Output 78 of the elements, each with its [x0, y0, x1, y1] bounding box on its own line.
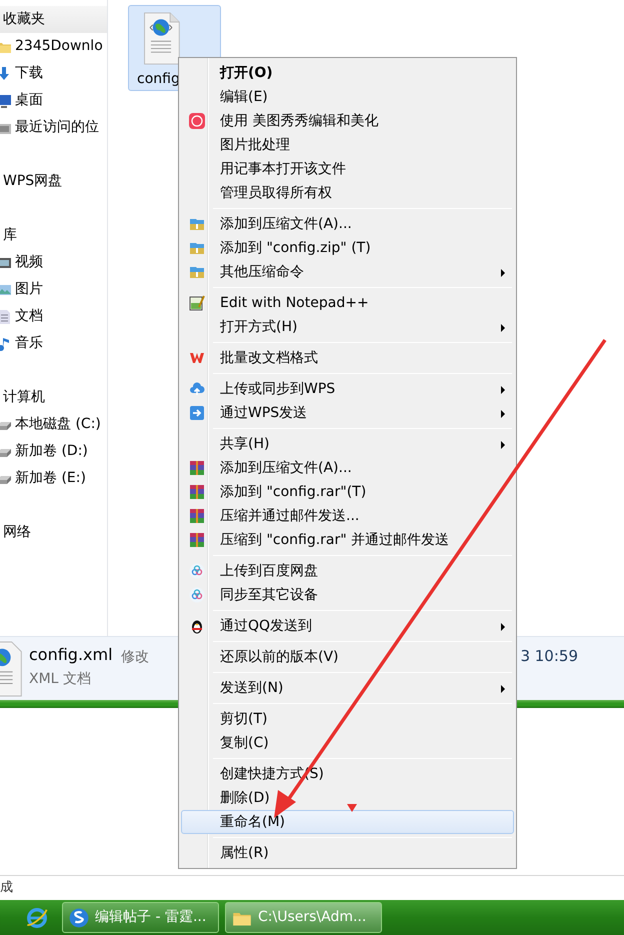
sidebar-item[interactable]: 下载	[15, 63, 43, 84]
menu-item[interactable]: 重命名(M)	[181, 810, 514, 834]
menu-item[interactable]: 图片批处理	[181, 133, 514, 157]
file-name: config.xml	[29, 644, 114, 666]
sidebar-item[interactable]: 2345Downlo	[15, 36, 103, 57]
cloud-upload-icon	[189, 381, 205, 397]
menu-item[interactable]: 上传到百度网盘	[181, 559, 514, 583]
sidebar-item[interactable]: 视频	[15, 252, 43, 273]
menu-item[interactable]: 还原以前的版本(V)	[181, 645, 514, 669]
submenu-arrow-icon	[501, 441, 505, 449]
sidebar-header[interactable]: WPS网盘	[0, 168, 107, 195]
menu-item[interactable]: 通过WPS发送	[181, 401, 514, 425]
submenu-arrow-icon	[501, 410, 505, 418]
sidebar-header[interactable]: 网络	[0, 519, 107, 546]
submenu-arrow-icon	[501, 386, 505, 394]
menu-item[interactable]: 通过QQ发送到	[181, 614, 514, 638]
menu-item[interactable]: 批量改文档格式	[181, 346, 514, 370]
sidebar-item[interactable]: 文档	[15, 306, 43, 327]
sidebar-item[interactable]: 最近访问的位	[15, 117, 99, 138]
music-icon	[0, 336, 12, 352]
menu-item[interactable]: 添加到 "config.zip" (T)	[181, 236, 514, 260]
archive-icon	[189, 484, 205, 500]
submenu-arrow-icon	[501, 269, 505, 277]
menu-item[interactable]: 打开方式(H)	[181, 315, 514, 339]
menu-item[interactable]: 上传或同步到WPS	[181, 377, 514, 401]
menu-item[interactable]: 剪切(T)	[181, 707, 514, 731]
file-name: config	[137, 70, 180, 89]
menu-item[interactable]: 添加到压缩文件(A)...	[181, 212, 514, 236]
menu-item[interactable]: 删除(D)	[181, 786, 514, 810]
penguin-icon	[189, 618, 205, 634]
submenu-arrow-icon	[501, 324, 505, 332]
menu-item[interactable]: Edit with Notepad++	[181, 291, 514, 315]
menu-item[interactable]: 用记事本打开该文件	[181, 157, 514, 181]
menu-item[interactable]: 发送到(N)	[181, 676, 514, 700]
menu-item[interactable]: 使用 美图秀秀编辑和美化	[181, 109, 514, 133]
modified-date: 3 10:59	[520, 646, 578, 667]
send-icon	[189, 405, 205, 421]
menu-item[interactable]: 管理员取得所有权	[181, 181, 514, 205]
menu-item[interactable]: 同步至其它设备	[181, 583, 514, 607]
archive-icon	[189, 508, 205, 524]
sidebar-item[interactable]: 图片	[15, 279, 43, 300]
download-icon	[0, 66, 12, 82]
menu-item[interactable]: 添加到压缩文件(A)...	[181, 456, 514, 480]
menu-item[interactable]: 属性(R)	[181, 841, 514, 865]
archive-icon	[189, 460, 205, 476]
sidebar-header[interactable]: 收藏夹	[0, 6, 107, 33]
detail-label: 修改	[121, 648, 149, 667]
sidebar-item[interactable]: 新加卷 (D:)	[15, 441, 88, 462]
archive-icon	[189, 240, 205, 256]
notepad-icon	[189, 295, 205, 311]
sidebar-header[interactable]: 计算机	[0, 384, 107, 411]
wps-icon	[189, 350, 205, 366]
archive-icon	[189, 216, 205, 232]
sidebar-item[interactable]: 新加卷 (E:)	[15, 468, 86, 489]
status-text: 成	[0, 880, 13, 895]
taskbar-button[interactable]: 编辑帖子 - 雷霆...	[62, 902, 219, 933]
browser-icon[interactable]	[26, 906, 48, 928]
menu-item[interactable]: 压缩到 "config.rar" 并通过邮件发送	[181, 528, 514, 552]
file-type: XML 文档	[29, 670, 92, 689]
submenu-arrow-icon	[501, 623, 505, 631]
sidebar-header[interactable]: 库	[0, 222, 107, 249]
cloud-icon	[189, 563, 205, 579]
menu-item[interactable]: 压缩并通过邮件发送...	[181, 504, 514, 528]
sidebar-item[interactable]: 本地磁盘 (C:)	[15, 414, 101, 435]
menu-item[interactable]: 复制(C)	[181, 731, 514, 755]
submenu-arrow-icon	[501, 685, 505, 693]
browser-icon	[69, 908, 89, 928]
menu-item[interactable]: 添加到 "config.rar"(T)	[181, 480, 514, 504]
archive-icon	[189, 264, 205, 280]
archive-icon	[189, 532, 205, 548]
sidebar-item[interactable]: 桌面	[15, 90, 43, 111]
sidebar-item[interactable]: 音乐	[15, 333, 43, 354]
menu-item[interactable]: 共享(H)	[181, 432, 514, 456]
cloud-icon	[189, 587, 205, 603]
document-icon	[0, 308, 12, 324]
app-icon	[189, 113, 205, 129]
monitor-icon	[0, 92, 12, 108]
menu-item[interactable]: 其他压缩命令	[181, 260, 514, 284]
